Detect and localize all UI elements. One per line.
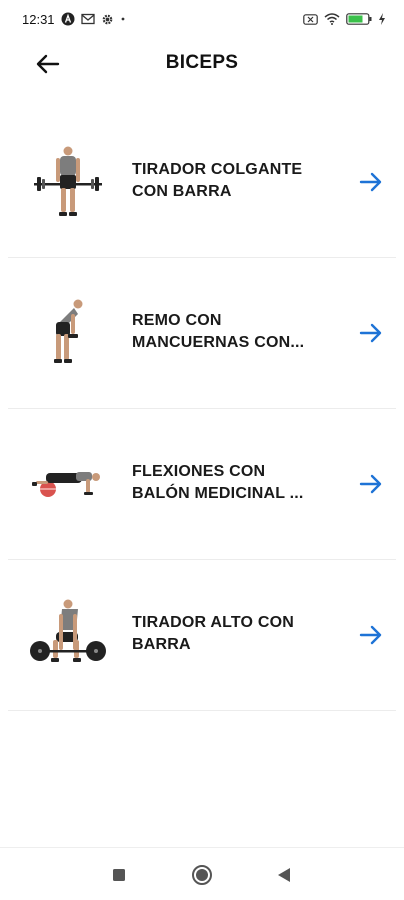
exercise-item-tirador-colgante[interactable]: TIRADOR COLGANTE CON BARRA bbox=[0, 107, 404, 258]
exercise-label-line2: MANCUERNAS CON... bbox=[132, 334, 305, 351]
arrow-right-icon bbox=[359, 474, 382, 494]
exercise-label: REMO CON MANCUERNAS CON... bbox=[132, 310, 332, 354]
medicine-ball-pushup-figure bbox=[32, 472, 100, 497]
exercise-label-line1: FLEXIONES CON bbox=[132, 463, 266, 480]
header: BICEPS bbox=[0, 38, 404, 90]
recents-button[interactable] bbox=[107, 863, 131, 887]
back-nav-button[interactable] bbox=[272, 863, 296, 887]
arrow-right-icon bbox=[359, 625, 382, 645]
barbell-high-pull-figure bbox=[30, 599, 106, 662]
exercise-label-line1: TIRADOR ALTO CON bbox=[132, 614, 295, 631]
exercise-label-line2: CON BARRA bbox=[132, 183, 232, 200]
home-circle-icon bbox=[192, 865, 212, 885]
arrow-right-icon bbox=[359, 172, 382, 192]
mail-icon bbox=[80, 13, 95, 25]
notification-a-icon bbox=[61, 12, 75, 26]
exercise-label-line2: BARRA bbox=[132, 636, 191, 653]
exercise-label-line2: BALÓN MEDICINAL ... bbox=[132, 485, 304, 502]
arrow-right-icon bbox=[359, 323, 382, 343]
barbell-hang-pull-figure bbox=[34, 146, 102, 216]
settings-gear-icon bbox=[101, 13, 114, 26]
recents-square-icon bbox=[113, 869, 125, 881]
sim-card-icon bbox=[303, 13, 318, 25]
home-button[interactable] bbox=[190, 863, 214, 887]
exercise-label-line1: REMO CON bbox=[132, 312, 222, 329]
exercise-label: TIRADOR COLGANTE CON BARRA bbox=[132, 159, 332, 203]
exercise-item-tirador-alto[interactable]: TIRADOR ALTO CON BARRA bbox=[0, 560, 404, 711]
dot-icon bbox=[120, 16, 126, 22]
status-time: 12:31 bbox=[22, 11, 55, 27]
page-title: BICEPS bbox=[165, 52, 239, 73]
exercise-item-remo-mancuernas[interactable]: REMO CON MANCUERNAS CON... bbox=[0, 258, 404, 409]
dumbbell-row-figure bbox=[54, 299, 83, 363]
exercise-item-flexiones-balon[interactable]: FLEXIONES CON BALÓN MEDICINAL ... bbox=[0, 409, 404, 560]
exercise-label-line1: TIRADOR COLGANTE bbox=[132, 161, 303, 178]
back-triangle-icon bbox=[278, 868, 290, 882]
battery-icon bbox=[346, 13, 372, 25]
status-bar: 12:31 bbox=[0, 0, 404, 38]
exercise-label: FLEXIONES CON BALÓN MEDICINAL ... bbox=[132, 461, 332, 505]
exercise-label: TIRADOR ALTO CON BARRA bbox=[132, 612, 332, 656]
charging-bolt-icon bbox=[378, 13, 386, 25]
status-right bbox=[303, 13, 386, 25]
exercise-list: TIRADOR COLGANTE CON BARRA REMO CON MANC… bbox=[0, 107, 404, 711]
status-left: 12:31 bbox=[22, 12, 126, 27]
wifi-icon bbox=[324, 13, 340, 25]
divider bbox=[8, 710, 396, 711]
system-nav-bar bbox=[0, 847, 404, 900]
